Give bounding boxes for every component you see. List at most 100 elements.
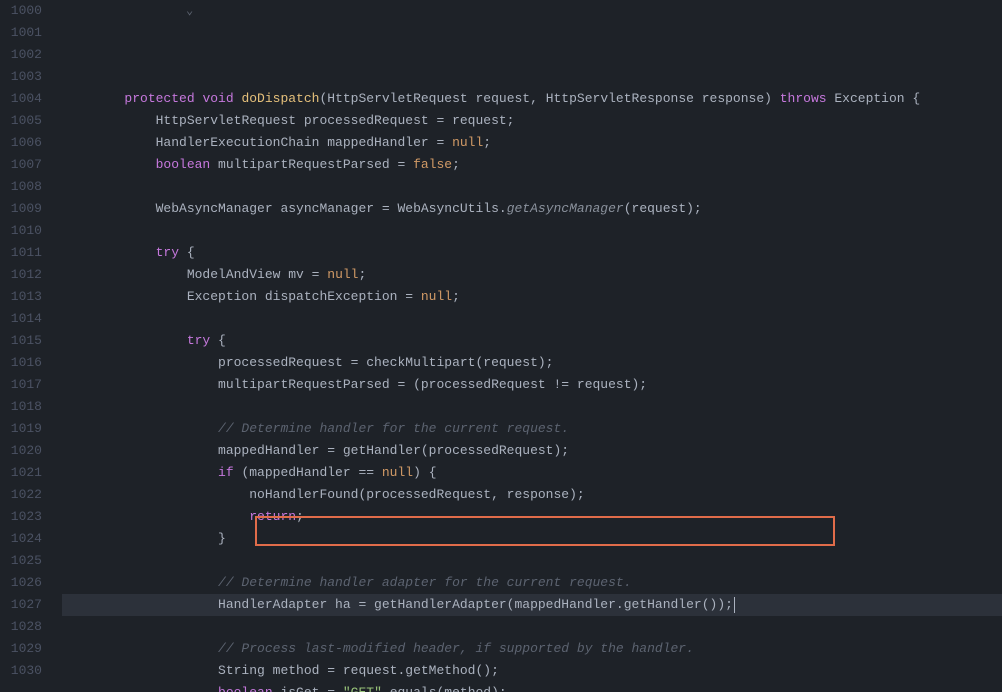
- code-token: getAsyncManager: [507, 201, 624, 216]
- line-number: 1014: [10, 308, 42, 330]
- code-token: // Determine handler for the current req…: [218, 421, 569, 436]
- code-token: HandlerAdapter ha = getHandlerAdapter(ma…: [218, 597, 733, 612]
- line-number: 1021: [10, 462, 42, 484]
- line-number: 1007: [10, 154, 42, 176]
- code-token: boolean: [156, 157, 218, 172]
- code-line[interactable]: multipartRequestParsed = (processedReque…: [62, 374, 1002, 396]
- code-token: WebAsyncManager asyncManager = WebAsyncU…: [156, 201, 507, 216]
- code-token: ) {: [413, 465, 436, 480]
- code-line[interactable]: }: [62, 528, 1002, 550]
- code-line[interactable]: [62, 396, 1002, 418]
- code-line[interactable]: try {: [62, 330, 1002, 352]
- code-line[interactable]: String method = request.getMethod();: [62, 660, 1002, 682]
- code-token: multipartRequestParsed = (processedReque…: [218, 377, 647, 392]
- code-token: boolean: [218, 685, 280, 692]
- code-line[interactable]: HttpServletRequest processedRequest = re…: [62, 110, 1002, 132]
- line-number: 1006: [10, 132, 42, 154]
- code-token: try: [156, 245, 187, 260]
- code-token: try: [187, 333, 218, 348]
- line-number: 1019: [10, 418, 42, 440]
- code-token: null: [421, 289, 452, 304]
- line-number: 1029: [10, 638, 42, 660]
- code-line[interactable]: boolean isGet = "GET".equals(method);: [62, 682, 1002, 692]
- code-token: "GET": [343, 685, 382, 692]
- line-number: 1015: [10, 330, 42, 352]
- line-number-gutter: 1000100110021003100410051006100710081009…: [0, 0, 60, 692]
- line-number: 1002: [10, 44, 42, 66]
- code-token: (mappedHandler ==: [241, 465, 381, 480]
- line-number: 1010: [10, 220, 42, 242]
- code-token: HandlerExecutionChain mappedHandler =: [156, 135, 452, 150]
- line-number: 1013: [10, 286, 42, 308]
- code-token: .equals(method);: [382, 685, 507, 692]
- line-number: 1026: [10, 572, 42, 594]
- line-number: 1000: [10, 0, 42, 22]
- code-line[interactable]: [62, 550, 1002, 572]
- code-line[interactable]: HandlerAdapter ha = getHandlerAdapter(ma…: [62, 594, 1002, 616]
- code-token: null: [452, 135, 483, 150]
- code-token: isGet =: [280, 685, 342, 692]
- code-line[interactable]: WebAsyncManager asyncManager = WebAsyncU…: [62, 198, 1002, 220]
- code-token: (request);: [624, 201, 702, 216]
- code-token: // Determine handler adapter for the cur…: [218, 575, 631, 590]
- code-line[interactable]: noHandlerFound(processedRequest, respons…: [62, 484, 1002, 506]
- code-token: null: [327, 267, 358, 282]
- line-number: 1018: [10, 396, 42, 418]
- code-token: throws: [780, 91, 835, 106]
- code-token: processedRequest = checkMultipart(reques…: [218, 355, 553, 370]
- code-token: return: [249, 509, 296, 524]
- code-editor[interactable]: 1000100110021003100410051006100710081009…: [0, 0, 1002, 692]
- code-token: doDispatch: [241, 91, 319, 106]
- line-number: 1005: [10, 110, 42, 132]
- code-line[interactable]: // Process last-modified header, if supp…: [62, 638, 1002, 660]
- fold-widget-icon[interactable]: ⌄: [186, 0, 193, 22]
- code-line[interactable]: Exception dispatchException = null;: [62, 286, 1002, 308]
- code-token: false: [413, 157, 452, 172]
- line-number: 1001: [10, 22, 42, 44]
- code-token: if: [218, 465, 241, 480]
- code-token: {: [218, 333, 226, 348]
- code-token: ;: [452, 289, 460, 304]
- code-token: Exception dispatchException =: [187, 289, 421, 304]
- code-line[interactable]: // Determine handler adapter for the cur…: [62, 572, 1002, 594]
- code-token: // Process last-modified header, if supp…: [218, 641, 694, 656]
- code-line[interactable]: mappedHandler = getHandler(processedRequ…: [62, 440, 1002, 462]
- code-line[interactable]: protected void doDispatch(HttpServletReq…: [62, 88, 1002, 110]
- code-line[interactable]: [62, 220, 1002, 242]
- code-token: ModelAndView mv =: [187, 267, 327, 282]
- code-token: mappedHandler = getHandler(processedRequ…: [218, 443, 569, 458]
- code-token: void: [202, 91, 241, 106]
- code-token: Exception {: [834, 91, 920, 106]
- code-token: ;: [296, 509, 304, 524]
- line-number: 1004: [10, 88, 42, 110]
- text-cursor: [734, 597, 735, 613]
- code-line[interactable]: if (mappedHandler == null) {: [62, 462, 1002, 484]
- line-number: 1025: [10, 550, 42, 572]
- code-area[interactable]: protected void doDispatch(HttpServletReq…: [60, 0, 1002, 692]
- line-number: 1028: [10, 616, 42, 638]
- code-line[interactable]: HandlerExecutionChain mappedHandler = nu…: [62, 132, 1002, 154]
- code-line[interactable]: [62, 176, 1002, 198]
- line-number: 1030: [10, 660, 42, 682]
- code-token: protected: [124, 91, 202, 106]
- line-number: 1003: [10, 66, 42, 88]
- line-number: 1009: [10, 198, 42, 220]
- line-number: 1024: [10, 528, 42, 550]
- line-number: 1008: [10, 176, 42, 198]
- code-line[interactable]: return;: [62, 506, 1002, 528]
- line-number: 1022: [10, 484, 42, 506]
- code-line[interactable]: boolean multipartRequestParsed = false;: [62, 154, 1002, 176]
- code-line[interactable]: // Determine handler for the current req…: [62, 418, 1002, 440]
- code-line[interactable]: ModelAndView mv = null;: [62, 264, 1002, 286]
- code-token: }: [218, 531, 226, 546]
- line-number: 1016: [10, 352, 42, 374]
- code-line[interactable]: [62, 616, 1002, 638]
- code-line[interactable]: [62, 308, 1002, 330]
- code-token: multipartRequestParsed =: [218, 157, 413, 172]
- code-token: ;: [452, 157, 460, 172]
- code-line[interactable]: try {: [62, 242, 1002, 264]
- code-token: (HttpServletRequest request, HttpServlet…: [319, 91, 779, 106]
- line-number: 1012: [10, 264, 42, 286]
- line-number: 1017: [10, 374, 42, 396]
- code-line[interactable]: processedRequest = checkMultipart(reques…: [62, 352, 1002, 374]
